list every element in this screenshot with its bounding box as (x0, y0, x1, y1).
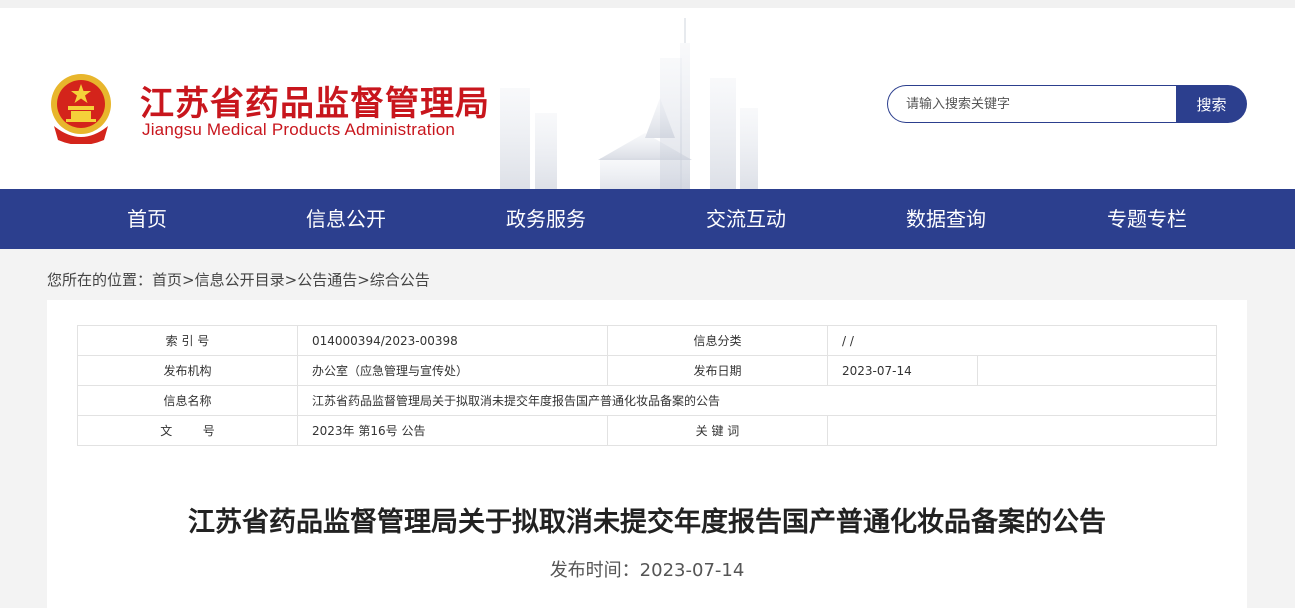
site-header: 江苏省药品监督管理局 Jiangsu Medical Products Admi… (0, 0, 1295, 189)
breadcrumb-link-announcements[interactable]: 公告通告 (297, 271, 357, 289)
table-row: 索 引 号 014000394/2023-00398 信息分类 / / (77, 325, 1217, 356)
empty-cell (977, 355, 1217, 386)
nav-item-special-topics[interactable]: 专题专栏 (1047, 189, 1247, 249)
national-emblem-icon (51, 74, 111, 144)
publishing-org-value: 办公室（应急管理与宣传处） (297, 355, 608, 386)
publishing-org-label: 发布机构 (77, 355, 298, 386)
table-row: 信息名称 江苏省药品监督管理局关于拟取消未提交年度报告国产普通化妆品备案的公告 (77, 385, 1217, 416)
table-row: 文 号 2023年 第16号 公告 关 键 词 (77, 415, 1217, 446)
search-bar: 搜索 (887, 85, 1247, 123)
keywords-value (827, 415, 1217, 446)
nav-item-home[interactable]: 首页 (47, 189, 247, 249)
info-name-label: 信息名称 (77, 385, 298, 416)
site-subtitle: Jiangsu Medical Products Administration (142, 120, 456, 139)
breadcrumb-link-info-catalog[interactable]: 信息公开目录 (195, 271, 285, 289)
nav-item-info-disclosure[interactable]: 信息公开 (246, 189, 446, 249)
category-value: / / (827, 325, 1217, 356)
breadcrumb-link-home[interactable]: 首页 (152, 271, 182, 289)
document-number-value: 2023年 第16号 公告 (297, 415, 608, 446)
publish-date-label: 发布日期 (607, 355, 828, 386)
nav-item-data-query[interactable]: 数据查询 (846, 189, 1046, 249)
info-name-value: 江苏省药品监督管理局关于拟取消未提交年度报告国产普通化妆品备案的公告 (297, 385, 1217, 416)
category-label: 信息分类 (607, 325, 828, 356)
search-input[interactable] (887, 85, 1179, 123)
article-title: 江苏省药品监督管理局关于拟取消未提交年度报告国产普通化妆品备案的公告 (188, 507, 1106, 538)
content-panel: 索 引 号 014000394/2023-00398 信息分类 / / 发布机构… (47, 300, 1247, 608)
breadcrumb-separator: > (284, 271, 298, 289)
main-nav: 首页 信息公开 政务服务 交流互动 数据查询 专题专栏 (0, 189, 1295, 249)
site-title: 江苏省药品监督管理局 (140, 84, 490, 124)
document-number-label: 文 号 (77, 415, 298, 446)
nav-item-interaction[interactable]: 交流互动 (646, 189, 846, 249)
breadcrumb-separator: > (182, 271, 195, 289)
city-skyline-illustration (500, 18, 758, 189)
breadcrumb-separator: > (357, 271, 370, 289)
index-number-value: 014000394/2023-00398 (297, 325, 608, 356)
article-publish-time: 发布时间：2023-07-14 (549, 560, 745, 581)
breadcrumb: 您所在的位置：首页>信息公开目录>公告通告>综合公告 (47, 269, 430, 290)
table-row: 发布机构 办公室（应急管理与宣传处） 发布日期 2023-07-14 (77, 355, 1217, 386)
breadcrumb-link-general-announcements[interactable]: 综合公告 (370, 271, 430, 289)
info-meta-table: 索 引 号 014000394/2023-00398 信息分类 / / 发布机构… (77, 325, 1217, 446)
keywords-label: 关 键 词 (607, 415, 828, 446)
breadcrumb-prefix: 您所在的位置： (47, 271, 153, 289)
publish-date-value: 2023-07-14 (827, 355, 978, 386)
nav-item-government-services[interactable]: 政务服务 (446, 189, 646, 249)
index-number-label: 索 引 号 (77, 325, 298, 356)
search-button[interactable]: 搜索 (1176, 85, 1247, 123)
